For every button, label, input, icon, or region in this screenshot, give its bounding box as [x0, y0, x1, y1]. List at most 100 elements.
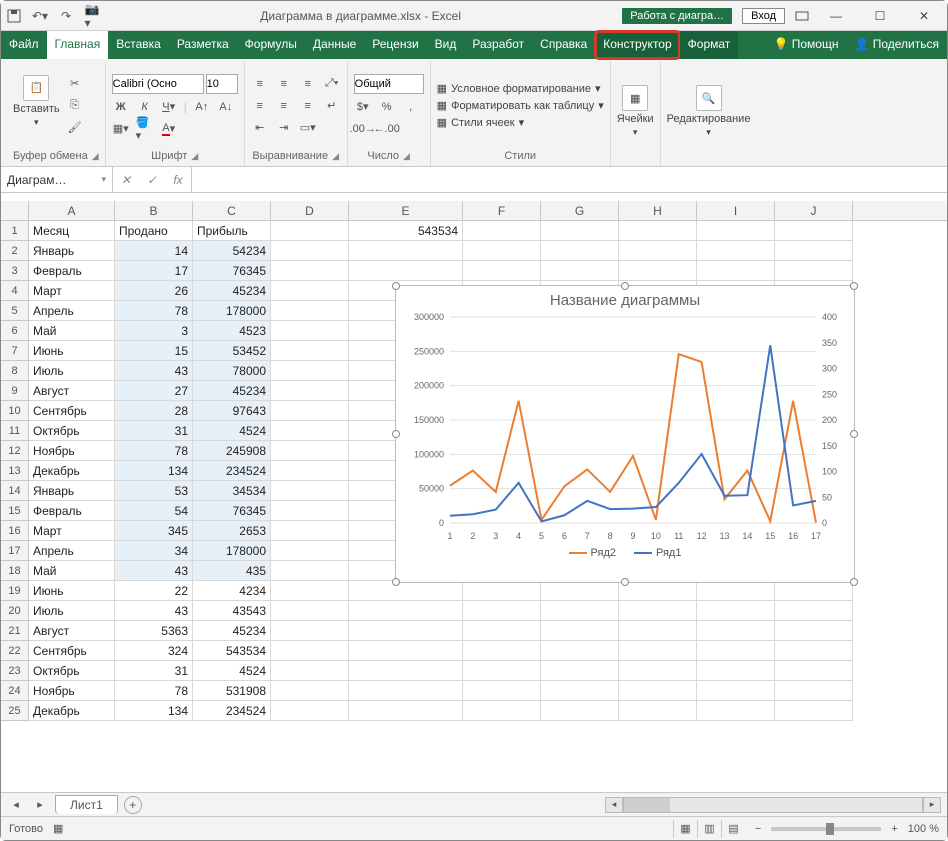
resize-handle[interactable] [621, 578, 629, 586]
colhdr-B[interactable]: B [115, 201, 193, 220]
resize-handle[interactable] [621, 282, 629, 290]
undo-icon[interactable]: ↶▾ [33, 9, 47, 23]
close-button[interactable]: ✕ [907, 4, 941, 28]
chart-plot-area[interactable]: 0500001000001500002000002500003000000501… [396, 311, 856, 545]
view-page-break-icon[interactable]: ▤ [721, 820, 745, 838]
font-launcher-icon[interactable]: ◢ [191, 151, 198, 162]
borders-icon[interactable]: ▦▾ [112, 120, 130, 138]
tab-insert[interactable]: Вставка [108, 31, 169, 59]
align-right-icon[interactable]: ≡ [299, 97, 317, 115]
horizontal-scrollbar[interactable]: ◂▸ [605, 797, 941, 813]
align-middle-icon[interactable]: ≡ [275, 75, 293, 93]
resize-handle[interactable] [850, 578, 858, 586]
chart-legend[interactable]: Ряд2 Ряд1 [396, 545, 854, 559]
tab-layout[interactable]: Разметка [169, 31, 237, 59]
sheet-nav-prev-icon[interactable]: ◂ [7, 796, 25, 814]
cut-icon[interactable]: ✂ [66, 75, 84, 93]
tab-format[interactable]: Формат [680, 31, 739, 59]
tab-file[interactable]: Файл [1, 31, 47, 59]
clipboard-launcher-icon[interactable]: ◢ [92, 151, 99, 162]
maximize-button[interactable]: ☐ [863, 4, 897, 28]
currency-icon[interactable]: $▾ [354, 98, 372, 116]
colhdr-C[interactable]: C [193, 201, 271, 220]
chart-object[interactable]: Название диаграммы 050000100000150000200… [395, 285, 855, 583]
align-left-icon[interactable]: ≡ [251, 97, 269, 115]
format-painter-icon[interactable]: 🖌 [66, 119, 84, 137]
cells-button[interactable]: ▦ Ячейки ▾ [617, 85, 654, 138]
align-bottom-icon[interactable]: ≡ [299, 75, 317, 93]
copy-icon[interactable]: ⎘ [66, 97, 84, 115]
number-format-select[interactable] [354, 74, 424, 94]
font-color-icon[interactable]: A▾ [160, 120, 178, 138]
font-name-select[interactable] [112, 74, 204, 94]
fx-cancel-icon[interactable]: ✕ [113, 167, 139, 192]
underline-button[interactable]: Ч▾ [160, 98, 178, 116]
fill-color-icon[interactable]: 🪣▾ [136, 120, 154, 138]
decrease-font-icon[interactable]: A↓ [217, 98, 235, 116]
save-icon[interactable] [7, 9, 21, 23]
cell-styles-button[interactable]: ▦Стили ячеек▾ [437, 116, 604, 129]
decrease-decimal-icon[interactable]: ←.00 [378, 120, 396, 138]
select-all-corner[interactable] [1, 201, 29, 220]
colhdr-J[interactable]: J [775, 201, 853, 220]
bold-button[interactable]: Ж [112, 98, 130, 116]
colhdr-D[interactable]: D [271, 201, 349, 220]
worksheet-grid[interactable]: A B C D E F G H I J 1МесяцПроданоПрибыль… [1, 201, 947, 792]
increase-font-icon[interactable]: A↑ [193, 98, 211, 116]
tab-search[interactable]: 💡 Помощн [765, 31, 846, 59]
decrease-indent-icon[interactable]: ⇤ [251, 119, 269, 137]
formula-input[interactable] [192, 167, 947, 192]
tab-design[interactable]: Конструктор [595, 31, 679, 59]
resize-handle[interactable] [392, 578, 400, 586]
zoom-level[interactable]: 100 % [908, 823, 939, 835]
zoom-in-button[interactable]: + [891, 823, 897, 835]
sheet-tab[interactable]: Лист1 [55, 795, 118, 814]
italic-button[interactable]: К [136, 98, 154, 116]
ribbon-display-icon[interactable] [795, 9, 809, 23]
font-size-select[interactable] [206, 74, 238, 94]
alignment-launcher-icon[interactable]: ◢ [332, 151, 339, 162]
resize-handle[interactable] [392, 282, 400, 290]
increase-decimal-icon[interactable]: .00→ [354, 120, 372, 138]
resize-handle[interactable] [850, 430, 858, 438]
colhdr-G[interactable]: G [541, 201, 619, 220]
tab-view[interactable]: Вид [427, 31, 465, 59]
colhdr-H[interactable]: H [619, 201, 697, 220]
add-sheet-button[interactable]: + [124, 796, 142, 814]
conditional-formatting-button[interactable]: ▦Условное форматирование▾ [437, 82, 604, 95]
fx-enter-icon[interactable]: ✓ [139, 167, 165, 192]
tab-help[interactable]: Справка [532, 31, 595, 59]
macro-record-icon[interactable]: ▦ [53, 822, 63, 835]
orientation-icon[interactable]: ⤢▾ [323, 75, 341, 93]
zoom-out-button[interactable]: − [755, 823, 761, 835]
paste-button[interactable]: 📋 Вставить ▾ [13, 75, 60, 128]
colhdr-I[interactable]: I [697, 201, 775, 220]
wrap-text-icon[interactable]: ↵ [323, 97, 341, 115]
name-box[interactable]: Диаграм…▾ [1, 167, 113, 192]
format-as-table-button[interactable]: ▦Форматировать как таблицу▾ [437, 99, 604, 112]
view-normal-icon[interactable]: ▦ [673, 820, 697, 838]
resize-handle[interactable] [850, 282, 858, 290]
tab-review[interactable]: Рецензи [364, 31, 426, 59]
sheet-nav-next-icon[interactable]: ▸ [31, 796, 49, 814]
camera-icon[interactable]: 📷▾ [85, 9, 99, 23]
colhdr-F[interactable]: F [463, 201, 541, 220]
resize-handle[interactable] [392, 430, 400, 438]
align-center-icon[interactable]: ≡ [275, 97, 293, 115]
colhdr-E[interactable]: E [349, 201, 463, 220]
editing-button[interactable]: 🔍 Редактирование ▾ [667, 85, 751, 138]
fx-icon[interactable]: fx [165, 167, 191, 192]
increase-indent-icon[interactable]: ⇥ [275, 119, 293, 137]
comma-icon[interactable]: , [402, 98, 420, 116]
number-launcher-icon[interactable]: ◢ [403, 151, 410, 162]
tab-data[interactable]: Данные [305, 31, 364, 59]
align-top-icon[interactable]: ≡ [251, 75, 269, 93]
tab-developer[interactable]: Разработ [464, 31, 532, 59]
colhdr-A[interactable]: A [29, 201, 115, 220]
tab-formulas[interactable]: Формулы [237, 31, 305, 59]
percent-icon[interactable]: % [378, 98, 396, 116]
redo-icon[interactable]: ↷ [59, 9, 73, 23]
view-page-layout-icon[interactable]: ▥ [697, 820, 721, 838]
login-button[interactable]: Вход [742, 8, 785, 24]
merge-icon[interactable]: ▭▾ [299, 119, 317, 137]
